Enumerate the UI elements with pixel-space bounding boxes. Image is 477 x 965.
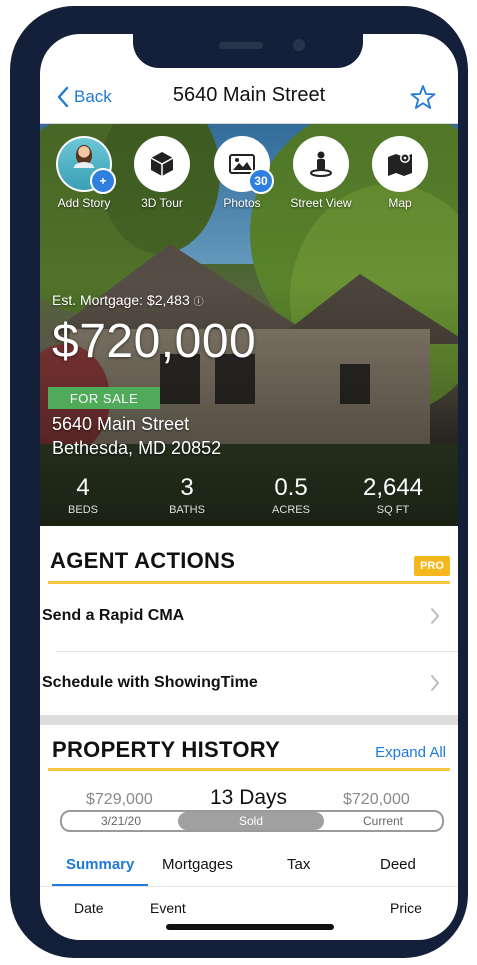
days-on-market: 13 Days bbox=[210, 786, 288, 809]
listing-price: $720,000 bbox=[52, 315, 257, 368]
cube-icon bbox=[150, 152, 174, 176]
pro-badge: PRO bbox=[414, 556, 450, 576]
map-pin-icon bbox=[388, 153, 412, 176]
chevron-right-icon bbox=[431, 608, 440, 624]
quick-action-label: 3D Tour bbox=[141, 196, 183, 210]
agent-actions-heading: AGENT ACTIONS bbox=[50, 548, 236, 573]
tab-deed[interactable]: Deed bbox=[380, 856, 416, 873]
tab-divider bbox=[40, 886, 458, 887]
section-underline bbox=[48, 581, 450, 584]
listing-hero[interactable]: + Add Story 3D Tour 30 Photos Street Vie… bbox=[40, 124, 458, 526]
row-label: Send a Rapid CMA bbox=[42, 607, 185, 624]
front-camera bbox=[293, 39, 305, 51]
row-label: Schedule with ShowingTime bbox=[42, 674, 258, 691]
speaker-grille bbox=[219, 42, 263, 49]
quick-action-label: Map bbox=[388, 196, 412, 210]
add-story-button[interactable]: + Add Story bbox=[44, 136, 124, 210]
plus-icon: + bbox=[90, 168, 116, 194]
column-header-price: Price bbox=[390, 900, 422, 916]
address-line-1: 5640 Main Street bbox=[52, 414, 190, 434]
3d-tour-button[interactable]: 3D Tour bbox=[122, 136, 202, 210]
photo-count-badge: 30 bbox=[248, 168, 274, 194]
quick-action-circle bbox=[134, 136, 190, 192]
quick-action-circle bbox=[293, 136, 349, 192]
quick-action-circle: 30 bbox=[214, 136, 274, 194]
column-header-event: Event bbox=[150, 900, 186, 916]
street-view-button[interactable]: Street View bbox=[281, 136, 361, 210]
section-underline bbox=[48, 768, 450, 771]
tab-mortgages[interactable]: Mortgages bbox=[162, 856, 233, 873]
property-history-heading: PROPERTY HISTORY bbox=[52, 737, 281, 762]
photos-button[interactable]: 30 Photos bbox=[202, 136, 282, 210]
history-timeline[interactable]: 3/21/20 Sold Current bbox=[60, 810, 444, 832]
stat-sqft: 2,644 SQ FT bbox=[362, 474, 424, 516]
page-title: 5640 Main Street bbox=[172, 84, 326, 106]
timeline-sold-segment: Sold bbox=[178, 812, 324, 830]
chevron-right-icon bbox=[431, 675, 440, 691]
app-screen: Back 5640 Main Street + Add Story 3D Tou… bbox=[40, 34, 458, 940]
map-button[interactable]: Map bbox=[360, 136, 440, 210]
info-icon: ⓘ bbox=[193, 297, 204, 308]
previous-price: $729,000 bbox=[86, 791, 153, 808]
rapid-cma-row[interactable]: Send a Rapid CMA bbox=[40, 587, 458, 647]
device-frame: Back 5640 Main Street + Add Story 3D Tou… bbox=[0, 0, 477, 965]
home-indicator[interactable] bbox=[166, 924, 334, 930]
device-notch bbox=[133, 22, 363, 68]
street-view-icon bbox=[310, 151, 332, 177]
tab-tax[interactable]: Tax bbox=[287, 856, 310, 873]
section-spacer bbox=[40, 715, 458, 725]
tab-summary[interactable]: Summary bbox=[66, 856, 134, 873]
stat-acres: 0.5 ACRES bbox=[272, 474, 310, 516]
timeline-start-date: 3/21/20 bbox=[100, 814, 142, 828]
stat-beds: 4 BEDS bbox=[68, 474, 98, 516]
quick-action-label: Photos bbox=[223, 196, 261, 210]
expand-all-link[interactable]: Expand All bbox=[375, 744, 446, 761]
mortgage-estimate[interactable]: Est. Mortgage: $2,483 ⓘ bbox=[52, 292, 204, 308]
avatar-circle: + bbox=[56, 136, 116, 194]
status-badge: FOR SALE bbox=[48, 387, 160, 409]
history-tabs: Summary Mortgages Tax Deed bbox=[40, 846, 458, 886]
quick-action-label: Street View bbox=[290, 196, 352, 210]
showingtime-row[interactable]: Schedule with ShowingTime bbox=[40, 654, 458, 714]
favorite-star-icon[interactable] bbox=[410, 84, 436, 110]
current-price: $720,000 bbox=[343, 791, 410, 808]
quick-action-label: Add Story bbox=[57, 196, 111, 210]
nav-bar: Back 5640 Main Street bbox=[40, 78, 458, 124]
person-avatar-icon bbox=[73, 144, 95, 168]
address-line-2: Bethesda, MD 20852 bbox=[52, 438, 222, 458]
stat-baths: 3 BATHS bbox=[169, 474, 205, 516]
timeline-current: Current bbox=[362, 814, 403, 828]
column-header-date: Date bbox=[74, 900, 104, 916]
row-divider bbox=[56, 651, 458, 652]
quick-action-circle bbox=[372, 136, 428, 192]
